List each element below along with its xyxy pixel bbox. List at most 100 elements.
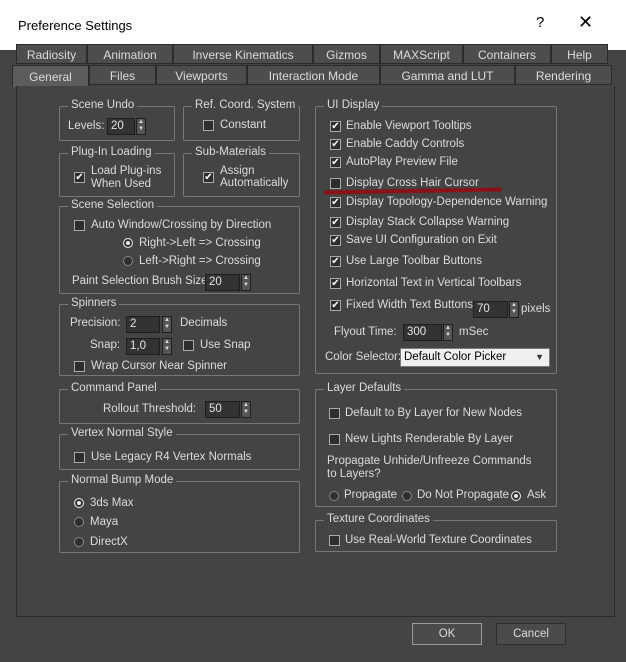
load-plugins-checkbox[interactable]	[74, 172, 85, 183]
large-toolbar-label: Use Large Toolbar Buttons	[346, 255, 482, 267]
viewport-tooltips-checkbox[interactable]	[330, 121, 341, 132]
rollout-threshold-label: Rollout Threshold:	[103, 403, 197, 415]
brush-size-label: Paint Selection Brush Size	[72, 275, 208, 287]
left-right-radio[interactable]	[123, 256, 133, 266]
ui-display-title: UI Display	[324, 99, 383, 111]
title-bar: Preference Settings ? ✕	[0, 0, 626, 50]
tab-maxscript[interactable]: MAXScript	[380, 44, 463, 64]
chevron-down-icon: ▼	[535, 352, 544, 362]
tab-gizmos[interactable]: Gizmos	[313, 44, 380, 64]
flyout-spinner-arrows-icon[interactable]: ▲ ▼	[443, 324, 453, 341]
cross-hair-cursor-checkbox[interactable]	[330, 178, 341, 189]
bump-directx-radio[interactable]	[74, 537, 84, 547]
bump-maya-label: Maya	[90, 516, 119, 528]
use-snap-label: Use Snap	[200, 339, 251, 351]
propagate-question-2: to Layers?	[327, 468, 381, 480]
auto-window-checkbox[interactable]	[74, 220, 85, 231]
new-lights-label: New Lights Renderable By Layer	[345, 433, 514, 445]
levels-spinner-arrows-icon[interactable]: ▲ ▼	[136, 118, 146, 135]
bump-3dsmax-label: 3ds Max	[90, 497, 134, 509]
save-ui-config-checkbox[interactable]	[330, 235, 341, 246]
tab-radiosity[interactable]: Radiosity	[16, 44, 87, 64]
snap-spinner-arrows-icon[interactable]: ▲ ▼	[162, 338, 172, 355]
tab-containers[interactable]: Containers	[463, 44, 551, 64]
tab-interaction-mode[interactable]: Interaction Mode	[247, 65, 380, 85]
fixed-width-spinner-arrows-icon[interactable]: ▲ ▼	[509, 301, 519, 318]
precision-spinner-arrows-icon[interactable]: ▲ ▼	[162, 316, 172, 333]
default-bylayer-label: Default to By Layer for New Nodes	[345, 407, 523, 419]
help-button[interactable]: ?	[536, 14, 544, 31]
stack-collapse-label: Display Stack Collapse Warning	[346, 216, 510, 228]
bump-directx-label: DirectX	[90, 536, 128, 548]
propagate-radio[interactable]	[329, 491, 339, 501]
ask-radio[interactable]	[511, 491, 521, 501]
color-selector-dropdown[interactable]: Default Color Picker ▼	[400, 348, 550, 367]
horizontal-text-label: Horizontal Text in Vertical Toolbars	[346, 277, 522, 289]
brush-size-input[interactable]: 20	[205, 274, 240, 291]
caddy-controls-label: Enable Caddy Controls	[346, 138, 465, 150]
tab-general[interactable]: General	[12, 65, 89, 87]
ask-label: Ask	[527, 489, 547, 501]
tab-gamma-and-lut[interactable]: Gamma and LUT	[380, 65, 515, 85]
fixed-width-label: Fixed Width Text Buttons:	[346, 299, 477, 311]
rollout-spinner-arrows-icon[interactable]: ▲ ▼	[241, 401, 251, 418]
wrap-cursor-label: Wrap Cursor Near Spinner	[91, 360, 227, 372]
fixed-width-checkbox[interactable]	[330, 300, 341, 311]
default-bylayer-checkbox[interactable]	[329, 408, 340, 419]
load-plugins-label-2: When Used	[91, 178, 152, 190]
cancel-button[interactable]: Cancel	[496, 623, 566, 645]
tab-animation[interactable]: Animation	[87, 44, 173, 64]
stack-collapse-checkbox[interactable]	[330, 217, 341, 228]
snap-input[interactable]: 1,0	[126, 338, 160, 355]
right-left-radio[interactable]	[123, 238, 133, 248]
tab-rendering[interactable]: Rendering	[515, 65, 612, 85]
flyout-time-label: Flyout Time:	[334, 326, 397, 338]
sub-materials-title: Sub-Materials	[192, 146, 269, 158]
wrap-cursor-checkbox[interactable]	[74, 361, 85, 372]
save-ui-config-label: Save UI Configuration on Exit	[346, 234, 497, 246]
caddy-controls-checkbox[interactable]	[330, 139, 341, 150]
do-not-propagate-radio[interactable]	[402, 491, 412, 501]
realworld-texture-label: Use Real-World Texture Coordinates	[345, 534, 532, 546]
texture-coordinates-title: Texture Coordinates	[324, 513, 433, 525]
large-toolbar-checkbox[interactable]	[330, 256, 341, 267]
assign-label-1: Assign	[220, 165, 255, 177]
use-snap-checkbox[interactable]	[183, 340, 194, 351]
snap-label: Snap:	[90, 339, 121, 351]
autoplay-preview-label: AutoPlay Preview File	[346, 156, 458, 168]
precision-input[interactable]: 2	[126, 316, 160, 333]
flyout-time-input[interactable]: 300	[403, 324, 442, 341]
spinners-title: Spinners	[68, 297, 120, 309]
brush-size-spinner-arrows-icon[interactable]: ▲ ▼	[241, 274, 251, 291]
topology-warning-label: Display Topology-Dependence Warning	[346, 196, 548, 208]
assign-automatically-checkbox[interactable]	[203, 172, 214, 183]
tab-help[interactable]: Help	[551, 44, 608, 64]
ref-coord-title: Ref. Coord. System	[192, 99, 299, 111]
assign-label-2: Automatically	[220, 177, 289, 189]
do-not-propagate-label: Do Not Propagate	[417, 489, 510, 501]
bump-3dsmax-radio[interactable]	[74, 498, 84, 508]
autoplay-preview-checkbox[interactable]	[330, 157, 341, 168]
auto-window-label: Auto Window/Crossing by Direction	[91, 219, 272, 231]
ok-button[interactable]: OK	[412, 623, 482, 645]
scene-selection-title: Scene Selection	[68, 199, 158, 211]
topology-warning-checkbox[interactable]	[330, 197, 341, 208]
new-lights-checkbox[interactable]	[329, 434, 340, 445]
color-selector-value: Default Color Picker	[404, 351, 507, 363]
plugin-loading-title: Plug-In Loading	[68, 146, 155, 158]
horizontal-text-checkbox[interactable]	[330, 278, 341, 289]
realworld-texture-checkbox[interactable]	[329, 535, 340, 546]
fixed-width-input[interactable]: 70	[473, 301, 508, 318]
bump-maya-radio[interactable]	[74, 517, 84, 527]
rollout-threshold-input[interactable]: 50	[205, 401, 240, 418]
legacy-normals-checkbox[interactable]	[74, 452, 85, 463]
propagate-question-1: Propagate Unhide/Unfreeze Commands	[327, 455, 532, 467]
precision-label: Precision:	[70, 317, 121, 329]
scene-undo-title: Scene Undo	[68, 99, 138, 111]
close-icon[interactable]: ✕	[578, 12, 593, 33]
levels-input[interactable]: 20	[107, 118, 135, 135]
tab-viewports[interactable]: Viewports	[156, 65, 247, 85]
constant-checkbox[interactable]	[203, 120, 214, 131]
tab-files[interactable]: Files	[89, 65, 156, 85]
tab-inverse-kinematics[interactable]: Inverse Kinematics	[173, 44, 313, 64]
